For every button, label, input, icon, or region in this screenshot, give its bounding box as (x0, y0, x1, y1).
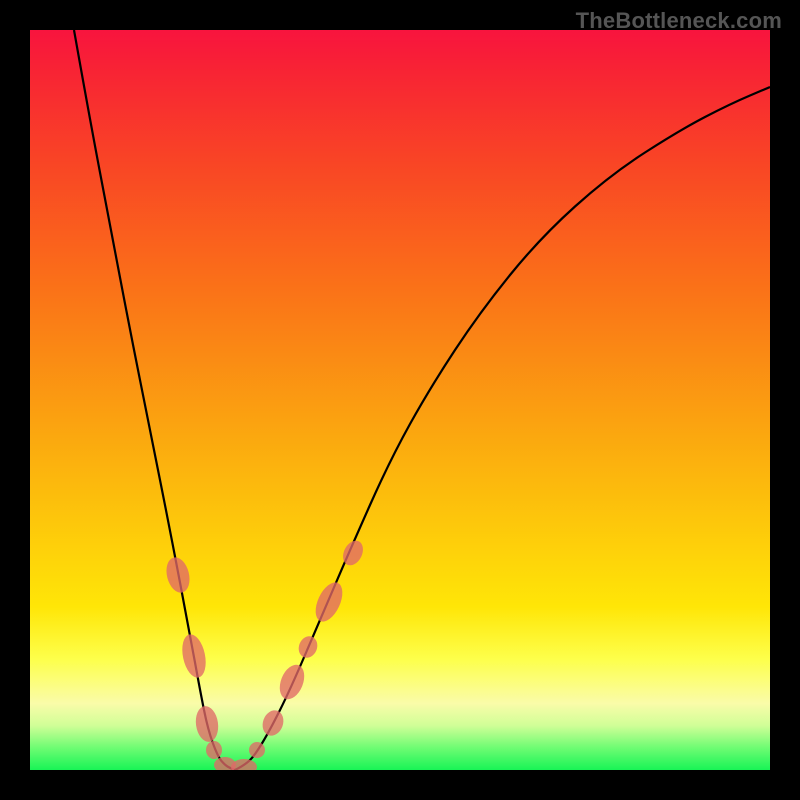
data-marker (194, 705, 221, 744)
watermark-text: TheBottleneck.com (576, 8, 782, 34)
curve-svg (30, 30, 770, 770)
data-marker (296, 633, 321, 660)
data-marker (179, 632, 210, 680)
data-marker (206, 741, 222, 759)
data-marker (249, 742, 265, 758)
plot-area (30, 30, 770, 770)
data-marker (163, 555, 193, 595)
right-curve (235, 87, 770, 770)
data-marker (275, 661, 309, 703)
data-marker (259, 707, 287, 738)
data-marker (310, 578, 348, 625)
data-marker (231, 759, 257, 770)
left-curve (74, 30, 235, 770)
dots-group (163, 537, 367, 770)
